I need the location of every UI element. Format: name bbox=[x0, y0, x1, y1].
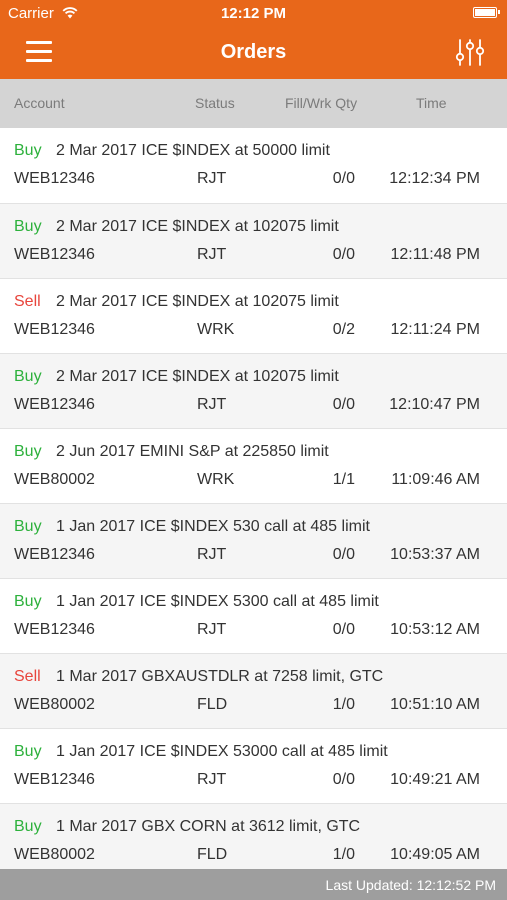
order-time: 10:53:12 AM bbox=[390, 621, 480, 638]
order-side: Buy bbox=[14, 593, 42, 610]
order-row[interactable]: Buy 2 Jun 2017 EMINI S&P at 225850 limit … bbox=[0, 428, 507, 503]
order-account: WEB80002 bbox=[14, 846, 95, 863]
column-status[interactable]: Status bbox=[195, 95, 235, 111]
order-status: RJT bbox=[197, 771, 227, 788]
order-status: RJT bbox=[197, 546, 227, 563]
order-status: RJT bbox=[197, 621, 227, 638]
order-qty: 0/0 bbox=[332, 546, 355, 563]
order-description: 2 Mar 2017 ICE $INDEX at 102075 limit bbox=[56, 218, 339, 235]
order-row[interactable]: Buy 1 Jan 2017 ICE $INDEX 530 call at 485… bbox=[0, 503, 507, 578]
order-side: Buy bbox=[14, 368, 42, 385]
order-status: RJT bbox=[197, 170, 227, 187]
order-description: 1 Jan 2017 ICE $INDEX 53000 call at 485 … bbox=[56, 743, 388, 760]
order-status: RJT bbox=[197, 246, 227, 263]
order-side: Buy bbox=[14, 142, 42, 159]
last-updated-label: Last Updated: 12:12:52 PM bbox=[325, 877, 496, 893]
order-description: 2 Mar 2017 ICE $INDEX at 102075 limit bbox=[56, 293, 339, 310]
order-qty: 1/1 bbox=[332, 471, 355, 488]
order-time: 12:12:34 PM bbox=[389, 170, 480, 187]
column-time[interactable]: Time bbox=[416, 95, 447, 111]
battery-icon bbox=[473, 7, 500, 18]
order-account: WEB12346 bbox=[14, 321, 95, 338]
order-row[interactable]: Buy 1 Jan 2017 ICE $INDEX 5300 call at 48… bbox=[0, 578, 507, 653]
order-side: Buy bbox=[14, 743, 42, 760]
order-account: WEB12346 bbox=[14, 170, 95, 187]
order-qty: 0/0 bbox=[332, 396, 355, 413]
order-qty: 0/0 bbox=[332, 170, 355, 187]
status-bar: Carrier 12:12 PM bbox=[0, 0, 507, 28]
order-qty: 1/0 bbox=[332, 696, 355, 713]
order-row[interactable]: Sell 2 Mar 2017 ICE $INDEX at 102075 limi… bbox=[0, 278, 507, 353]
order-description: 1 Jan 2017 ICE $INDEX 530 call at 485 li… bbox=[56, 518, 370, 535]
last-updated-bar: Last Updated: 12:12:52 PM bbox=[0, 869, 507, 900]
order-row[interactable]: Buy 2 Mar 2017 ICE $INDEX at 102075 limit… bbox=[0, 203, 507, 278]
order-row[interactable]: Buy 1 Jan 2017 ICE $INDEX 53000 call at 4… bbox=[0, 728, 507, 803]
order-time: 10:49:05 AM bbox=[390, 846, 480, 863]
order-qty: 0/0 bbox=[332, 621, 355, 638]
order-account: WEB80002 bbox=[14, 471, 95, 488]
order-description: 1 Jan 2017 ICE $INDEX 5300 call at 485 l… bbox=[56, 593, 379, 610]
order-row[interactable]: Buy 2 Mar 2017 ICE $INDEX at 102075 limit… bbox=[0, 353, 507, 428]
order-side: Sell bbox=[14, 293, 41, 310]
order-time: 12:11:24 PM bbox=[390, 321, 480, 338]
order-account: WEB12346 bbox=[14, 396, 95, 413]
order-side: Buy bbox=[14, 818, 42, 835]
column-fill-wrk-qty[interactable]: Fill/Wrk Qty bbox=[285, 95, 357, 111]
order-qty: 1/0 bbox=[332, 846, 355, 863]
order-description: 2 Jun 2017 EMINI S&P at 225850 limit bbox=[56, 443, 329, 460]
order-status: WRK bbox=[197, 321, 235, 338]
page-title: Orders bbox=[220, 41, 287, 63]
orders-list: Buy 2 Mar 2017 ICE $INDEX at 50000 limit … bbox=[0, 128, 507, 878]
order-status: FLD bbox=[197, 846, 228, 863]
app-header: Carrier 12:12 PM Orders bbox=[0, 0, 507, 79]
order-time: 10:53:37 AM bbox=[390, 546, 480, 563]
order-status: RJT bbox=[197, 396, 227, 413]
order-time: 12:10:47 PM bbox=[389, 396, 480, 413]
order-side: Sell bbox=[14, 668, 41, 685]
order-description: 1 Mar 2017 GBXAUSTDLR at 7258 limit, GTC bbox=[56, 668, 384, 685]
order-side: Buy bbox=[14, 218, 42, 235]
sliders-filter-icon[interactable] bbox=[455, 37, 485, 67]
order-qty: 0/0 bbox=[332, 246, 355, 263]
order-status: WRK bbox=[197, 471, 235, 488]
order-time: 12:11:48 PM bbox=[390, 246, 480, 263]
order-account: WEB12346 bbox=[14, 546, 95, 563]
order-description: 2 Mar 2017 ICE $INDEX at 102075 limit bbox=[56, 368, 339, 385]
order-account: WEB12346 bbox=[14, 621, 95, 638]
order-time: 10:49:21 AM bbox=[390, 771, 480, 788]
order-time: 10:51:10 AM bbox=[390, 696, 480, 713]
order-description: 2 Mar 2017 ICE $INDEX at 50000 limit bbox=[56, 142, 330, 159]
order-row[interactable]: Buy 2 Mar 2017 ICE $INDEX at 50000 limit … bbox=[0, 128, 507, 203]
order-qty: 0/0 bbox=[332, 771, 355, 788]
order-status: FLD bbox=[197, 696, 228, 713]
column-header-bar: Account Status Fill/Wrk Qty Time bbox=[0, 79, 507, 128]
navbar: Orders bbox=[0, 28, 507, 79]
order-row[interactable]: Sell 1 Mar 2017 GBXAUSTDLR at 7258 limit,… bbox=[0, 653, 507, 728]
order-side: Buy bbox=[14, 518, 42, 535]
status-time: 12:12 PM bbox=[220, 5, 287, 22]
order-account: WEB12346 bbox=[14, 246, 95, 263]
order-row[interactable]: Buy 1 Mar 2017 GBX CORN at 3612 limit, GT… bbox=[0, 803, 507, 878]
order-account: WEB80002 bbox=[14, 696, 95, 713]
order-qty: 0/2 bbox=[332, 321, 355, 338]
column-account[interactable]: Account bbox=[14, 95, 65, 111]
order-account: WEB12346 bbox=[14, 771, 95, 788]
order-time: 11:09:46 AM bbox=[391, 471, 480, 488]
order-description: 1 Mar 2017 GBX CORN at 3612 limit, GTC bbox=[56, 818, 361, 835]
order-side: Buy bbox=[14, 443, 42, 460]
